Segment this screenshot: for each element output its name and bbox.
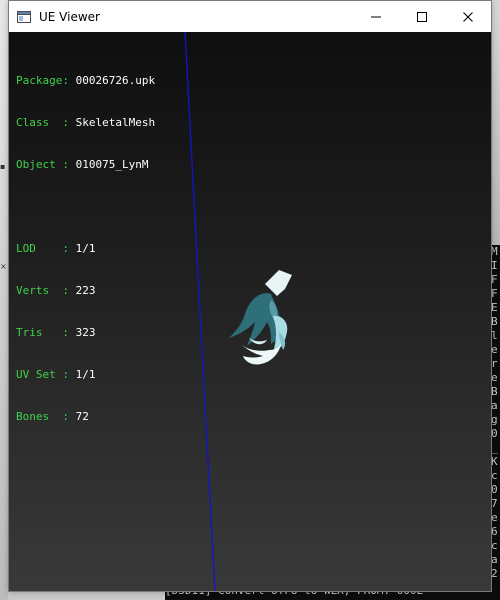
info-row-object: Object : 010075_LynM — [16, 158, 149, 171]
title-bar[interactable]: UE Viewer — [9, 1, 491, 32]
minimize-icon — [371, 16, 381, 17]
3d-viewport[interactable]: Package: 00026726.upk Class : SkeletalMe… — [9, 32, 491, 591]
info-row-lod: LOD : 1/1 — [16, 242, 96, 255]
desktop-background-right — [492, 0, 500, 245]
close-button[interactable] — [445, 1, 491, 32]
minimize-button[interactable] — [353, 1, 399, 32]
mesh-wing-dark — [229, 293, 281, 346]
info-row-tris: Tris : 323 — [16, 326, 96, 339]
axis-line — [184, 32, 216, 591]
info-row-verts: Verts : 223 — [16, 284, 96, 297]
desktop-fragment-glyph: ▪ — [0, 162, 6, 171]
window-title: UE Viewer — [39, 9, 100, 24]
skeletal-mesh-model — [229, 270, 292, 365]
mesh-highlight-top — [265, 270, 292, 296]
app-window-icon — [16, 9, 32, 25]
close-icon — [463, 11, 473, 22]
window-caption-buttons — [353, 1, 491, 32]
info-row-bones: Bones : 72 — [16, 410, 89, 423]
info-row-class: Class : SkeletalMesh — [16, 116, 156, 129]
info-row-uvset: UV Set : 1/1 — [16, 368, 96, 381]
info-row-package: Package: 00026726.upk — [16, 74, 156, 87]
maximize-button[interactable] — [399, 1, 445, 32]
mesh-info-overlay: Package: 00026726.upk Class : SkeletalMe… — [16, 46, 155, 452]
desktop-fragment-glyph: × — [0, 262, 7, 271]
ue-viewer-window: UE Viewer Package: 00026726.upk Class: … — [8, 0, 492, 592]
maximize-icon — [417, 11, 427, 22]
desktop-background-left: ▪ × — [0, 0, 8, 600]
